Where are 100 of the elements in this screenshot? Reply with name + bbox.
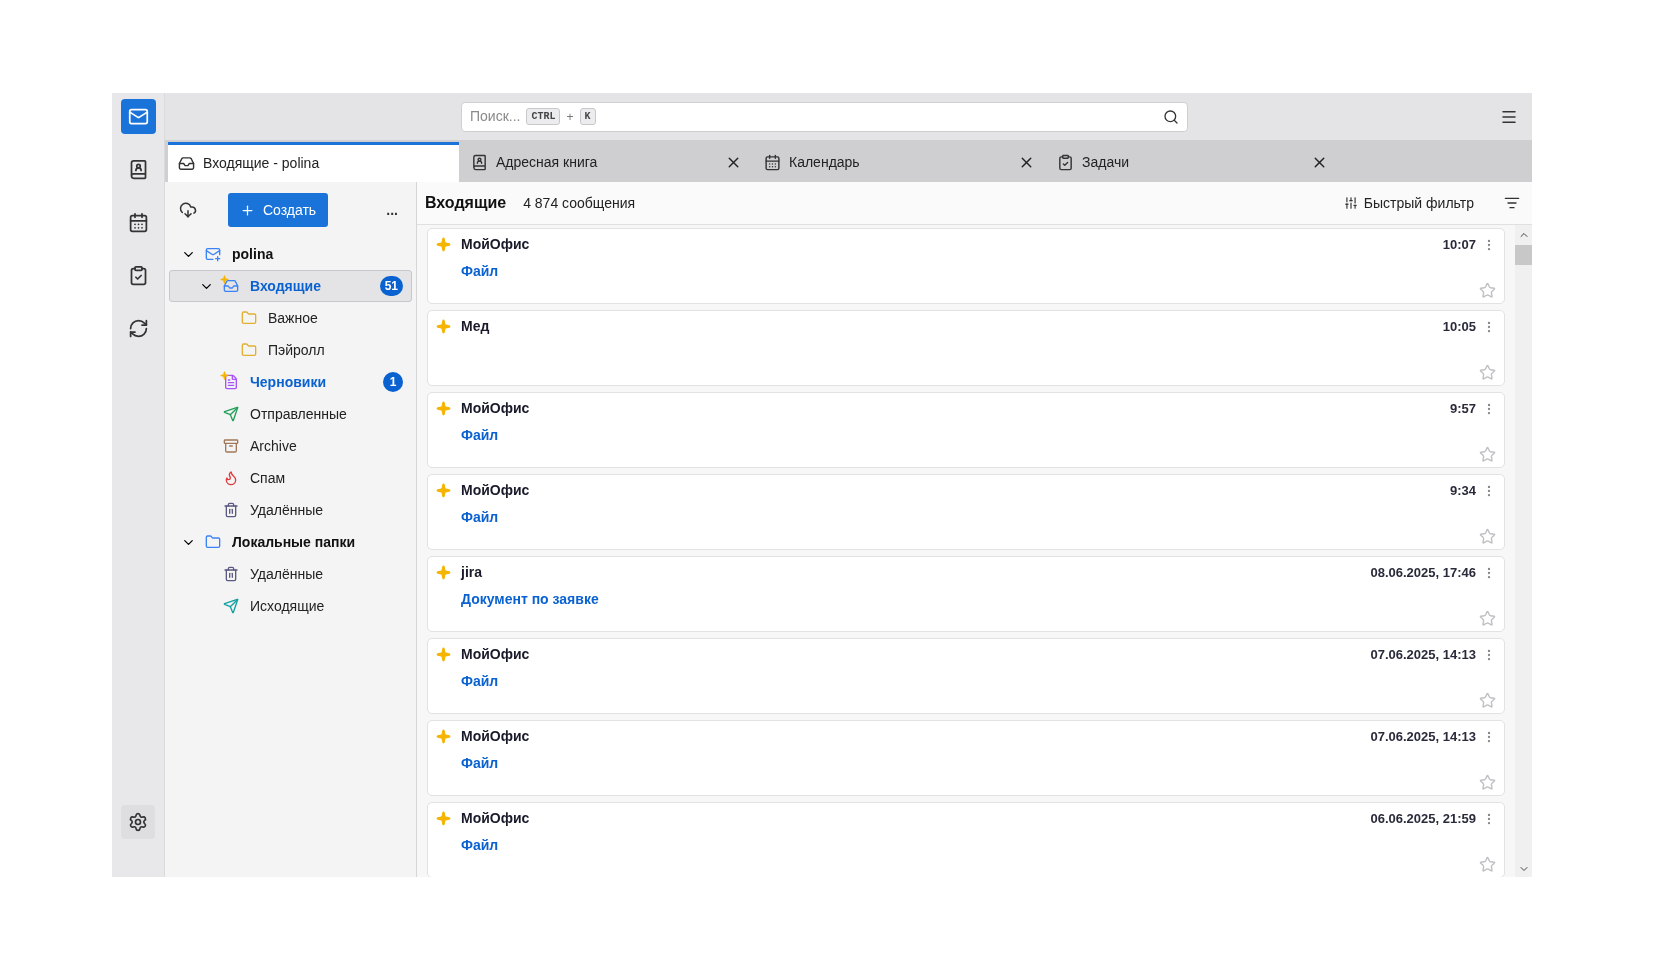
tab-label: Календарь: [789, 152, 860, 172]
list-title: Входящие: [425, 193, 507, 213]
message-subject: Файл: [461, 262, 499, 281]
folder-name: Отправленные: [250, 404, 347, 424]
sender-name: Мед: [461, 317, 490, 336]
folder-item[interactable]: Пэйролл: [169, 334, 412, 366]
folder-name: Archive: [250, 436, 297, 456]
folder-name: Спам: [250, 468, 286, 488]
message-card[interactable]: jira 08.06.2025, 17:46 Документ по заявке: [427, 556, 1505, 632]
folder-item[interactable]: Черновики 1: [169, 366, 412, 398]
search-icon[interactable]: [1163, 108, 1179, 125]
archive-box-icon: [223, 438, 239, 454]
shortcut-key: K: [579, 108, 596, 125]
message-subject: Файл: [461, 836, 499, 855]
scrollbar[interactable]: [1515, 225, 1532, 877]
account-icon: [205, 246, 221, 262]
quick-filter-button[interactable]: Быстрый фильтр: [1343, 192, 1474, 214]
calendar-icon: [127, 212, 149, 233]
folder-item[interactable]: Важное: [169, 302, 412, 334]
inbox-icon: [178, 155, 195, 172]
sender-name: МойОфис: [461, 235, 530, 254]
message-subject: Документ по заявке: [461, 590, 599, 609]
more-button[interactable]: ...: [386, 203, 398, 217]
message-card[interactable]: МойОфис 9:57 Файл: [427, 392, 1505, 468]
message-count: 4 874 сообщения: [523, 193, 636, 213]
message-time: 9:34: [1449, 481, 1476, 500]
message-time: 10:05: [1442, 317, 1476, 336]
flame-icon: [223, 470, 239, 486]
message-card[interactable]: Мед 10:05: [427, 310, 1505, 386]
unread-count: 1: [383, 372, 403, 392]
message-time: 10:07: [1442, 235, 1476, 254]
sender-name: МойОфис: [461, 645, 530, 664]
tab-label: Задачи: [1082, 152, 1129, 172]
shortcut-key: CTRL: [526, 108, 561, 125]
trash-icon: [223, 502, 239, 518]
calendar-icon: [764, 153, 781, 171]
cloud-download-icon[interactable]: [179, 201, 197, 219]
message-card[interactable]: МойОфис 9:34 Файл: [427, 474, 1505, 550]
star-icon[interactable]: [1479, 528, 1496, 545]
folder-item[interactable]: Исходящие: [169, 590, 412, 622]
sparkle-icon: [220, 371, 229, 380]
mail-button[interactable]: [120, 99, 156, 134]
folder-name: Исходящие: [250, 596, 325, 616]
message-time: 07.06.2025, 14:13: [1370, 727, 1476, 746]
folder-name: Удалённые: [250, 564, 324, 584]
outbox-icon: [223, 598, 239, 614]
folder-item[interactable]: Archive: [169, 430, 412, 462]
folder-item[interactable]: Удалённые: [169, 558, 412, 590]
star-icon[interactable]: [1479, 446, 1496, 463]
folder-name: Важное: [268, 308, 318, 328]
trash-icon: [223, 566, 239, 582]
clipboard-icon: [1057, 153, 1074, 171]
folder-item[interactable]: Локальные папки: [169, 526, 412, 558]
unread-count: 51: [379, 276, 403, 296]
message-subject: Файл: [461, 754, 499, 773]
message-time: 06.06.2025, 21:59: [1370, 809, 1476, 828]
sender-name: МойОфис: [461, 727, 530, 746]
tab[interactable]: Входящие - polina: [168, 142, 459, 182]
list-options-icon[interactable]: [1504, 195, 1520, 211]
star-icon[interactable]: [1479, 364, 1496, 381]
folder-name: Удалённые: [250, 500, 324, 520]
message-time: 9:57: [1449, 399, 1476, 418]
star-icon[interactable]: [1479, 610, 1496, 627]
folder-name: Черновики: [250, 372, 326, 392]
drafts-icon: [223, 374, 239, 390]
message-card[interactable]: МойОфис 06.06.2025, 21:59 Файл: [427, 802, 1505, 877]
star-icon[interactable]: [1479, 692, 1496, 709]
message-time: 07.06.2025, 14:13: [1370, 645, 1476, 664]
star-icon[interactable]: [1479, 282, 1496, 299]
settings-button[interactable]: [121, 805, 155, 839]
sliders-icon: [1343, 196, 1358, 210]
quick-filter-label: Быстрый фильтр: [1363, 193, 1474, 213]
sync-icon: [127, 318, 149, 339]
plus-sign: +: [566, 108, 574, 126]
message-subject: Файл: [461, 672, 499, 691]
settings-icon: [128, 812, 148, 832]
message-card[interactable]: МойОфис 07.06.2025, 14:13 Файл: [427, 720, 1505, 796]
mail-icon: [127, 106, 149, 127]
folder-item[interactable]: Удалённые: [169, 494, 412, 526]
message-subject: Файл: [461, 508, 499, 527]
star-icon[interactable]: [1479, 774, 1496, 791]
folder-name: Пэйролл: [268, 340, 325, 360]
tab-label: Входящие - polina: [203, 154, 320, 173]
search-placeholder: Поиск...: [470, 107, 521, 126]
address-book-icon: [471, 153, 488, 171]
folder-item[interactable]: polina: [169, 238, 412, 270]
sparkle-icon: [220, 275, 229, 284]
message-card[interactable]: МойОфис 07.06.2025, 14:13 Файл: [427, 638, 1505, 714]
folder-item[interactable]: Спам: [169, 462, 412, 494]
sender-name: jira: [461, 563, 482, 582]
sender-name: МойОфис: [461, 481, 530, 500]
star-icon[interactable]: [1479, 856, 1496, 873]
folder-icon: [241, 342, 257, 358]
message-card[interactable]: МойОфис 10:07 Файл: [427, 228, 1505, 304]
scrollbar-thumb[interactable]: [1515, 245, 1532, 265]
folder-item[interactable]: Отправленные: [169, 398, 412, 430]
search-field[interactable]: Поиск... CTRL + K: [461, 101, 1188, 132]
create-button[interactable]: Создать: [228, 193, 328, 227]
folder-item[interactable]: Входящие 51: [169, 270, 412, 302]
send-icon: [223, 406, 239, 422]
